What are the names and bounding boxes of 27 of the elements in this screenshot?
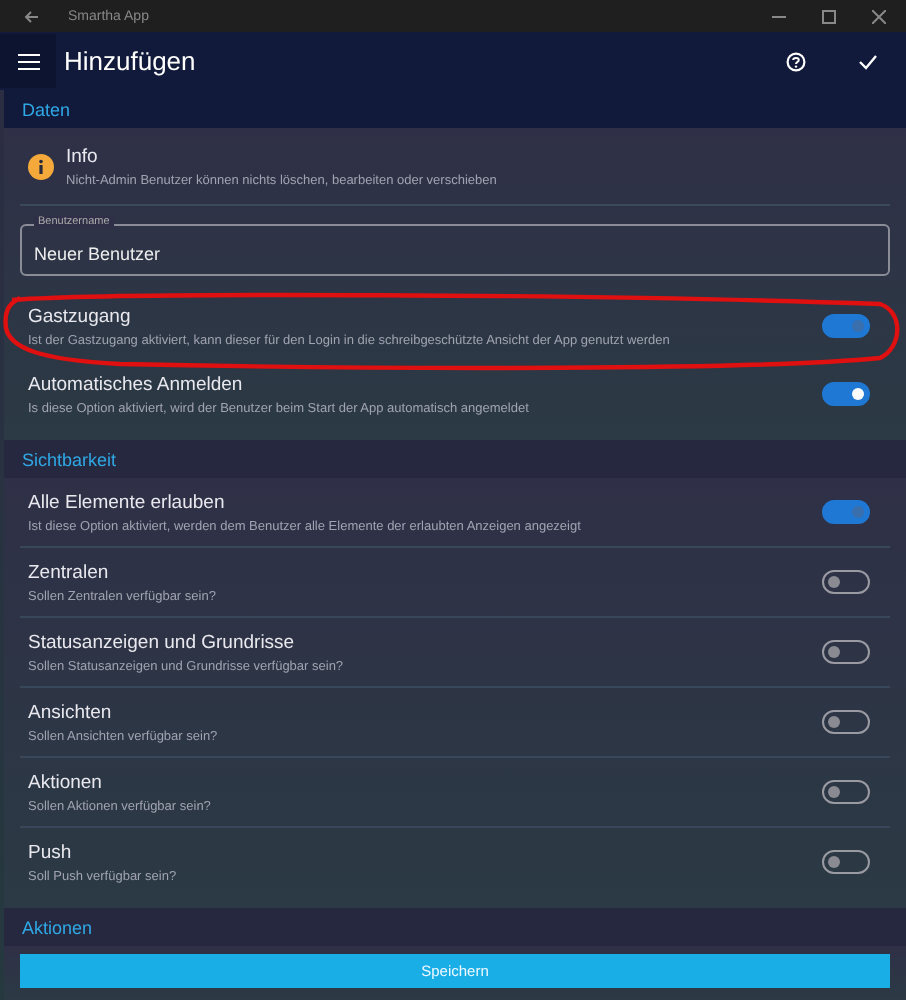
section-title: Sichtbarkeit (22, 449, 117, 469)
setting-title: Statusanzeigen und Grundrisse (28, 631, 295, 653)
page-title: Hinzufügen (64, 46, 196, 77)
menu-button[interactable] (0, 34, 56, 89)
toggle-switch[interactable] (822, 382, 870, 406)
section-title: Daten (22, 99, 71, 119)
info-title: Info (66, 146, 98, 168)
info-icon (28, 154, 54, 180)
setting-title: Ansichten (28, 701, 112, 723)
check-icon[interactable] (858, 53, 878, 70)
help-icon[interactable] (786, 51, 806, 72)
toggle-switch[interactable] (822, 850, 870, 874)
menu-icon (17, 53, 39, 70)
back-icon[interactable] (24, 9, 40, 24)
close-icon[interactable] (872, 9, 886, 24)
toggle-switch[interactable] (822, 710, 870, 734)
setting-title: Alle Elemente erlauben (28, 491, 225, 513)
setting-title: Gastzugang (28, 305, 131, 327)
setting-title: Automatisches Anmelden (28, 373, 243, 395)
toggle-switch[interactable] (822, 780, 870, 804)
setting-title: Aktionen (28, 771, 102, 793)
section-title: Aktionen (22, 917, 93, 937)
setting-title: Zentralen (28, 561, 109, 583)
maximize-icon[interactable] (822, 9, 836, 24)
setting-title: Push (28, 841, 72, 863)
toggle-switch[interactable] (822, 640, 870, 664)
toggle-switch[interactable] (822, 570, 870, 594)
